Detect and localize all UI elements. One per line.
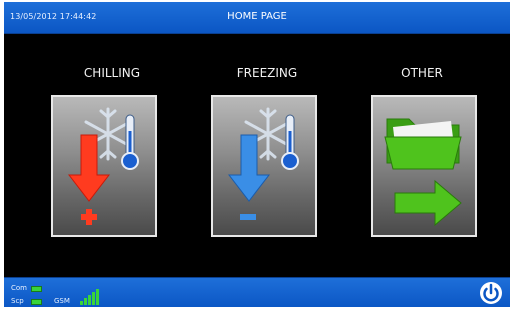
status-bar: Com Scp GSM xyxy=(4,277,510,307)
freezing-button[interactable] xyxy=(211,95,317,237)
com-label: Com xyxy=(11,284,27,292)
gsm-signal-icon xyxy=(80,289,99,305)
other-label: OTHER xyxy=(401,66,443,80)
header-bar: 13/05/2012 17:44:42 HOME PAGE xyxy=(4,2,510,34)
freezing-label: FREEZING xyxy=(236,66,298,80)
com-status-led xyxy=(31,286,42,292)
freezing-icon xyxy=(227,107,299,220)
power-button[interactable] xyxy=(479,281,503,305)
scp-label: Scp xyxy=(11,297,24,305)
chilling-button[interactable] xyxy=(51,95,157,237)
other-button[interactable] xyxy=(371,95,477,237)
folder-arrow-icon xyxy=(384,118,462,227)
hmi-screen: 13/05/2012 17:44:42 HOME PAGE CHILLING F… xyxy=(4,2,510,307)
scp-status-led xyxy=(31,299,42,305)
chilling-icon xyxy=(67,107,139,225)
gsm-label: GSM xyxy=(54,297,70,305)
page-title: HOME PAGE xyxy=(227,11,287,22)
chilling-label: CHILLING xyxy=(83,66,141,80)
